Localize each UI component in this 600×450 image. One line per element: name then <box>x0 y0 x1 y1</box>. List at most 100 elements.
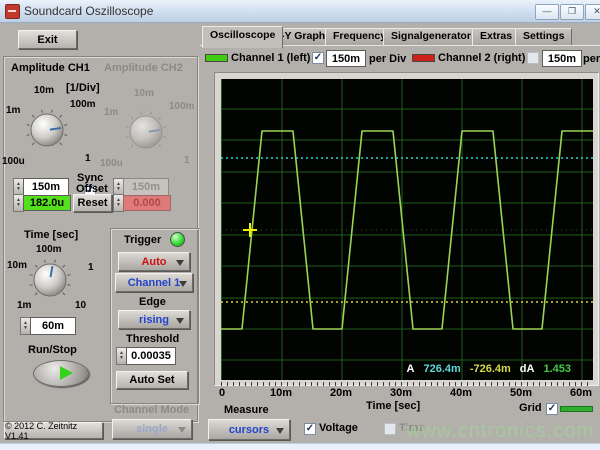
trigger-mode-dropdown[interactable]: Auto <box>118 252 190 271</box>
measure-mode-value: cursors <box>229 424 269 436</box>
time-knob[interactable] <box>26 256 74 309</box>
ch2-knob-label-left: 1m <box>104 107 118 118</box>
time-title: Time [sec] <box>24 229 78 241</box>
ch2-knob-label-right: 100m <box>169 101 195 112</box>
copyright-bar: © 2012 C. Zeitnitz V1.41 <box>4 422 103 439</box>
trigger-edge-dropdown[interactable]: rising <box>118 310 190 329</box>
run-stop-button[interactable] <box>33 360 89 387</box>
channel-mode-value: single <box>136 423 168 435</box>
readout-da-value: 1.453 <box>543 363 571 375</box>
time-knob-label-left: 10m <box>7 260 27 271</box>
channel2-label: Channel 2 (right) <box>438 52 525 64</box>
channel1-perdiv-field[interactable]: 150m <box>326 50 366 67</box>
channel-mode-label: Channel Mode <box>114 404 189 416</box>
trigger-title: Trigger <box>124 234 161 246</box>
chevron-down-icon <box>176 318 184 324</box>
tab-extras[interactable]: Extras <box>472 28 520 45</box>
amplitude-unit-label: [1/Div] <box>66 82 100 94</box>
grid-label: Grid <box>519 402 542 414</box>
grid-checkbox[interactable]: ✓ <box>546 403 558 415</box>
tab-settings[interactable]: Settings <box>515 28 572 45</box>
x-axis-minor-ticks <box>221 382 593 386</box>
trigger-mode-value: Auto <box>141 256 166 268</box>
channel2-perdiv-label: per Div <box>583 53 600 65</box>
x-tick-2: 20m <box>330 387 352 399</box>
chevron-down-icon <box>176 260 184 266</box>
ch1-knob-label-top: 10m <box>34 85 54 96</box>
voltage-label: Voltage <box>319 422 358 434</box>
exit-button[interactable]: Exit <box>18 30 77 49</box>
x-tick-6: 60m <box>570 387 592 399</box>
readout-upper-value: 726.4m <box>424 363 461 375</box>
ch1-knob-label-bottom-right: 1 <box>85 153 91 164</box>
time-knob-label-right: 1 <box>88 262 94 273</box>
chevron-down-icon <box>179 281 187 287</box>
readout-da-label: dA <box>520 363 535 375</box>
offset-reset-button[interactable]: Reset <box>73 194 112 212</box>
channel1-perdiv-label: per Div <box>369 53 406 65</box>
window-title: Soundcard Oszilloscope <box>24 4 153 18</box>
auto-set-button[interactable]: Auto Set <box>116 371 188 389</box>
time-checkbox[interactable]: ✓ <box>384 423 396 435</box>
measure-title: Measure <box>224 404 269 416</box>
grid-color-swatch <box>560 406 593 412</box>
app-window: Soundcard Oszilloscope — ❐ ✕ Exit Amplit… <box>0 0 600 450</box>
channel1-checkbox[interactable]: ✓ <box>312 52 324 64</box>
channel2-color-swatch <box>412 54 435 62</box>
channel-mode-dropdown[interactable]: single <box>112 419 192 439</box>
trigger-led <box>170 232 185 247</box>
ch1-amplitude-field[interactable]: 150m <box>23 178 69 196</box>
offset-ch1-field[interactable]: 182.0u <box>23 195 71 211</box>
scope-plot: A 726.4m -726.4m dA 1.453 <box>221 79 593 380</box>
x-axis-label: Time [sec] <box>366 400 420 412</box>
ch1-knob-label-bottom-left: 100u <box>2 156 25 167</box>
cursor-readout: A 726.4m -726.4m dA 1.453 <box>407 363 571 375</box>
channel1-label: Channel 1 (left) <box>231 52 310 64</box>
offset-ch2-field[interactable]: 0.000 <box>123 195 171 211</box>
ch2-knob-label-bottom-right: 1 <box>184 155 190 166</box>
x-tick-3: 30m <box>390 387 412 399</box>
time-field[interactable]: 60m <box>30 317 76 335</box>
amplitude-ch1-knob[interactable] <box>23 106 71 159</box>
time-knob-label-top: 100m <box>36 244 62 255</box>
play-icon <box>60 366 73 380</box>
trigger-source-value: Channel 1 <box>128 277 181 289</box>
voltage-checkbox[interactable]: ✓ <box>304 423 316 435</box>
threshold-field[interactable]: 0.00035 <box>126 347 176 365</box>
ch2-amplitude-field[interactable]: 150m <box>123 178 169 196</box>
readout-a-label: A <box>407 363 415 375</box>
ch1-knob-label-right: 100m <box>70 99 96 110</box>
ch1-knob-label-left: 1m <box>6 105 20 116</box>
amplitude-ch2-title: Amplitude CH2 <box>104 62 183 74</box>
tab-strip: Oscilloscope X-Y Graph Frequency Signalg… <box>200 26 600 46</box>
maximize-button[interactable]: ❐ <box>560 4 584 20</box>
tab-oscilloscope[interactable]: Oscilloscope <box>202 26 283 48</box>
x-tick-1: 10m <box>270 387 292 399</box>
x-tick-5: 50m <box>510 387 532 399</box>
channel1-color-swatch <box>205 54 228 62</box>
threshold-label: Threshold <box>126 333 179 345</box>
channel2-perdiv-field[interactable]: 150m <box>542 50 582 67</box>
run-stop-label: Run/Stop <box>28 344 77 356</box>
trigger-edge-value: rising <box>139 314 169 326</box>
title-bar[interactable]: Soundcard Oszilloscope — ❐ ✕ <box>0 0 600 23</box>
x-tick-0: 0 <box>219 387 225 399</box>
chevron-down-icon <box>178 427 186 433</box>
app-icon[interactable] <box>5 4 20 19</box>
amplitude-ch2-knob[interactable] <box>122 108 170 161</box>
ch2-knob-label-bottom-left: 100u <box>100 158 123 169</box>
measure-mode-dropdown[interactable]: cursors <box>208 419 290 440</box>
ch2-knob-label-top: 10m <box>134 88 154 99</box>
tab-signalgenerator[interactable]: Signalgenerator <box>383 28 479 45</box>
x-tick-4: 40m <box>450 387 472 399</box>
edge-label: Edge <box>139 296 166 308</box>
chevron-down-icon <box>276 428 284 434</box>
time-knob-label-bottom-right: 10 <box>75 300 86 311</box>
minimize-button[interactable]: — <box>535 4 559 20</box>
watermark-text: www.cntronics.com <box>406 420 594 443</box>
trigger-source-dropdown[interactable]: Channel 1 <box>115 273 193 292</box>
scope-canvas <box>221 79 593 380</box>
window-bottom-strip <box>0 443 600 450</box>
channel2-checkbox[interactable]: ✓ <box>527 52 539 64</box>
close-button[interactable]: ✕ <box>585 4 600 20</box>
